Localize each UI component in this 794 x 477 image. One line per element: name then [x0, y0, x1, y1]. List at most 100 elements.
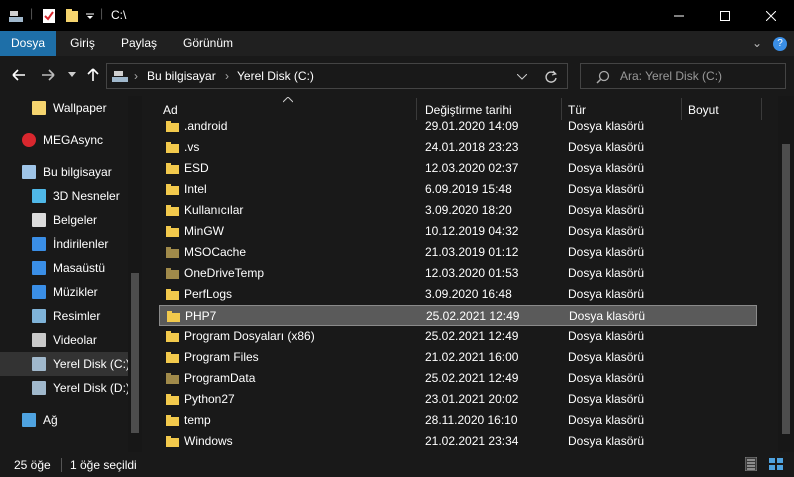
nav-scrollbar-thumb[interactable]	[131, 273, 139, 433]
table-row[interactable]: Windows 21.02.2021 23:34 Dosya klasörü	[159, 431, 757, 452]
details-view-icon[interactable]	[745, 457, 757, 471]
mega-icon	[22, 133, 36, 147]
tab-view[interactable]: Görünüm	[173, 31, 243, 56]
window-title: C:\	[111, 8, 127, 22]
sidebar-item-3d-nesneler[interactable]: 3D Nesneler	[0, 184, 140, 208]
sidebar-item-label: Ağ	[43, 413, 58, 427]
navigation-pane: Wallpaper MEGAsync Bu bilgisayar 3D Nesnele…	[0, 96, 144, 452]
tab-share[interactable]: Paylaş	[113, 31, 165, 56]
file-list-scrollbar[interactable]	[778, 96, 794, 452]
file-name: .vs	[184, 140, 200, 154]
sidebar-item-yerel-disk-d[interactable]: Yerel Disk (D:)	[0, 376, 140, 400]
table-row[interactable]: temp 28.11.2020 16:10 Dosya klasörü	[159, 410, 757, 431]
item-count: 25 öğe	[14, 458, 51, 472]
table-row[interactable]: MinGW 10.12.2019 04:32 Dosya klasörü	[159, 221, 757, 242]
tab-file[interactable]: Dosya	[0, 31, 56, 56]
file-date: 29.01.2020 14:09	[425, 119, 519, 133]
properties-icon[interactable]	[42, 8, 56, 24]
folder-icon	[32, 101, 46, 115]
file-type: Dosya klasörü	[568, 434, 645, 448]
refresh-icon[interactable]	[544, 70, 558, 84]
table-row[interactable]: PerfLogs 3.09.2020 16:48 Dosya klasörü	[159, 284, 757, 305]
recent-locations-button[interactable]	[68, 72, 76, 78]
drive-icon	[112, 71, 128, 82]
search-placeholder: Ara: Yerel Disk (C:)	[620, 69, 723, 83]
maximize-button[interactable]	[702, 0, 748, 31]
help-button[interactable]: ?	[773, 37, 787, 51]
status-bar: 25 öğe 1 öğe seçildi	[0, 452, 794, 477]
table-row[interactable]: ESD 12.03.2020 02:37 Dosya klasörü	[159, 158, 757, 179]
file-name: Intel	[184, 182, 207, 196]
chevron-right-icon[interactable]: ›	[134, 69, 138, 83]
file-type: Dosya klasörü	[568, 329, 645, 343]
address-bar[interactable]: › Bu bilgisayar › Yerel Disk (C:)	[106, 63, 568, 89]
sidebar-item-videolar[interactable]: Videolar	[0, 328, 140, 352]
sidebar-item-indirilenler[interactable]: İndirilenler	[0, 232, 140, 256]
separator: |	[100, 6, 104, 20]
table-row[interactable]: PHP7 25.02.2021 12:49 Dosya klasörü	[159, 305, 757, 326]
file-name: OneDriveTemp	[184, 266, 265, 280]
close-button[interactable]	[748, 0, 794, 31]
expand-ribbon-button[interactable]: ⌄	[752, 36, 762, 50]
file-type: Dosya klasörü	[568, 287, 645, 301]
table-row[interactable]: OneDriveTemp 12.03.2020 01:53 Dosya klasör…	[159, 263, 757, 284]
folder-icon	[166, 226, 179, 237]
table-row[interactable]: ProgramData 25.02.2021 12:49 Dosya klasörü	[159, 368, 757, 389]
chevron-right-icon[interactable]: ›	[225, 69, 229, 83]
sidebar-item-resimler[interactable]: Resimler	[0, 304, 140, 328]
file-date: 28.11.2020 16:10	[425, 413, 518, 427]
sidebar-item-ag[interactable]: Ağ	[0, 408, 140, 432]
file-date: 21.03.2019 01:12	[425, 245, 519, 259]
tab-home[interactable]: Giriş	[60, 31, 105, 56]
folder-icon	[166, 142, 179, 153]
table-row[interactable]: Program Files 21.02.2021 16:00 Dosya klasö…	[159, 347, 757, 368]
drive-icon[interactable]	[8, 8, 24, 24]
new-folder-icon[interactable]	[65, 8, 79, 24]
table-row[interactable]: .vs 24.01.2018 23:23 Dosya klasörü	[159, 137, 757, 158]
sidebar-item-megasync[interactable]: MEGAsync	[0, 128, 140, 152]
table-row[interactable]: Python27 23.01.2021 20:02 Dosya klasörü	[159, 389, 757, 410]
minimize-button[interactable]	[656, 0, 702, 31]
separator: |	[30, 6, 34, 20]
table-row[interactable]: .android 29.01.2020 14:09 Dosya klasörü	[159, 116, 757, 137]
nav-scrollbar[interactable]	[128, 96, 142, 452]
large-icons-view-icon[interactable]	[768, 457, 784, 471]
table-row[interactable]: Intel 6.09.2019 15:48 Dosya klasörü	[159, 179, 757, 200]
file-type: Dosya klasörü	[568, 140, 645, 154]
sidebar-item-label: Resimler	[53, 309, 101, 323]
sidebar-item-masaustu[interactable]: Masaüstü	[0, 256, 140, 280]
sidebar-item-belgeler[interactable]: Belgeler	[0, 208, 140, 232]
sidebar-item-yerel-disk-c[interactable]: Yerel Disk (C:)	[0, 352, 140, 376]
breadcrumb-local-disk[interactable]: Yerel Disk (C:)	[237, 69, 314, 83]
table-row[interactable]: MSOCache 21.03.2019 01:12 Dosya klasörü	[159, 242, 757, 263]
file-date: 12.03.2020 01:53	[425, 266, 519, 280]
column-divider[interactable]	[761, 98, 762, 120]
table-row[interactable]: Program Dosyaları (x86) 25.02.2021 12:49 D…	[159, 326, 757, 347]
search-input[interactable]: Ara: Yerel Disk (C:)	[580, 63, 786, 89]
up-button[interactable]	[87, 68, 99, 82]
file-type: Dosya klasörü	[568, 266, 645, 280]
customize-quick-access-icon[interactable]	[86, 12, 94, 20]
ribbon: Dosya Giriş Paylaş Görünüm ⌄ ?	[0, 31, 794, 56]
file-type: Dosya klasörü	[568, 392, 645, 406]
sidebar-item-bu-bilgisayar[interactable]: Bu bilgisayar	[0, 160, 140, 184]
status-divider	[61, 458, 62, 472]
file-date: 24.01.2018 23:23	[425, 140, 519, 154]
file-name: Windows	[184, 434, 233, 448]
forward-button[interactable]	[41, 69, 55, 81]
sidebar-item-label: Belgeler	[53, 213, 98, 227]
table-row[interactable]: Kullanıcılar 3.09.2020 18:20 Dosya klasörü	[159, 200, 757, 221]
file-type: Dosya klasörü	[568, 371, 645, 385]
drive-icon	[32, 381, 46, 395]
back-button[interactable]	[12, 69, 26, 81]
breadcrumb-this-pc[interactable]: Bu bilgisayar	[147, 69, 216, 83]
file-name: MinGW	[184, 224, 224, 238]
sidebar-item-muzikler[interactable]: Müzikler	[0, 280, 140, 304]
file-date: 25.02.2021 12:49	[426, 309, 520, 323]
chevron-down-icon[interactable]	[517, 74, 527, 80]
file-list-scrollbar-thumb[interactable]	[782, 144, 790, 434]
sidebar-item-wallpaper[interactable]: Wallpaper	[0, 96, 140, 120]
folder-icon	[166, 247, 179, 258]
file-type: Dosya klasörü	[568, 224, 645, 238]
sidebar-item-label: İndirilenler	[53, 237, 109, 251]
